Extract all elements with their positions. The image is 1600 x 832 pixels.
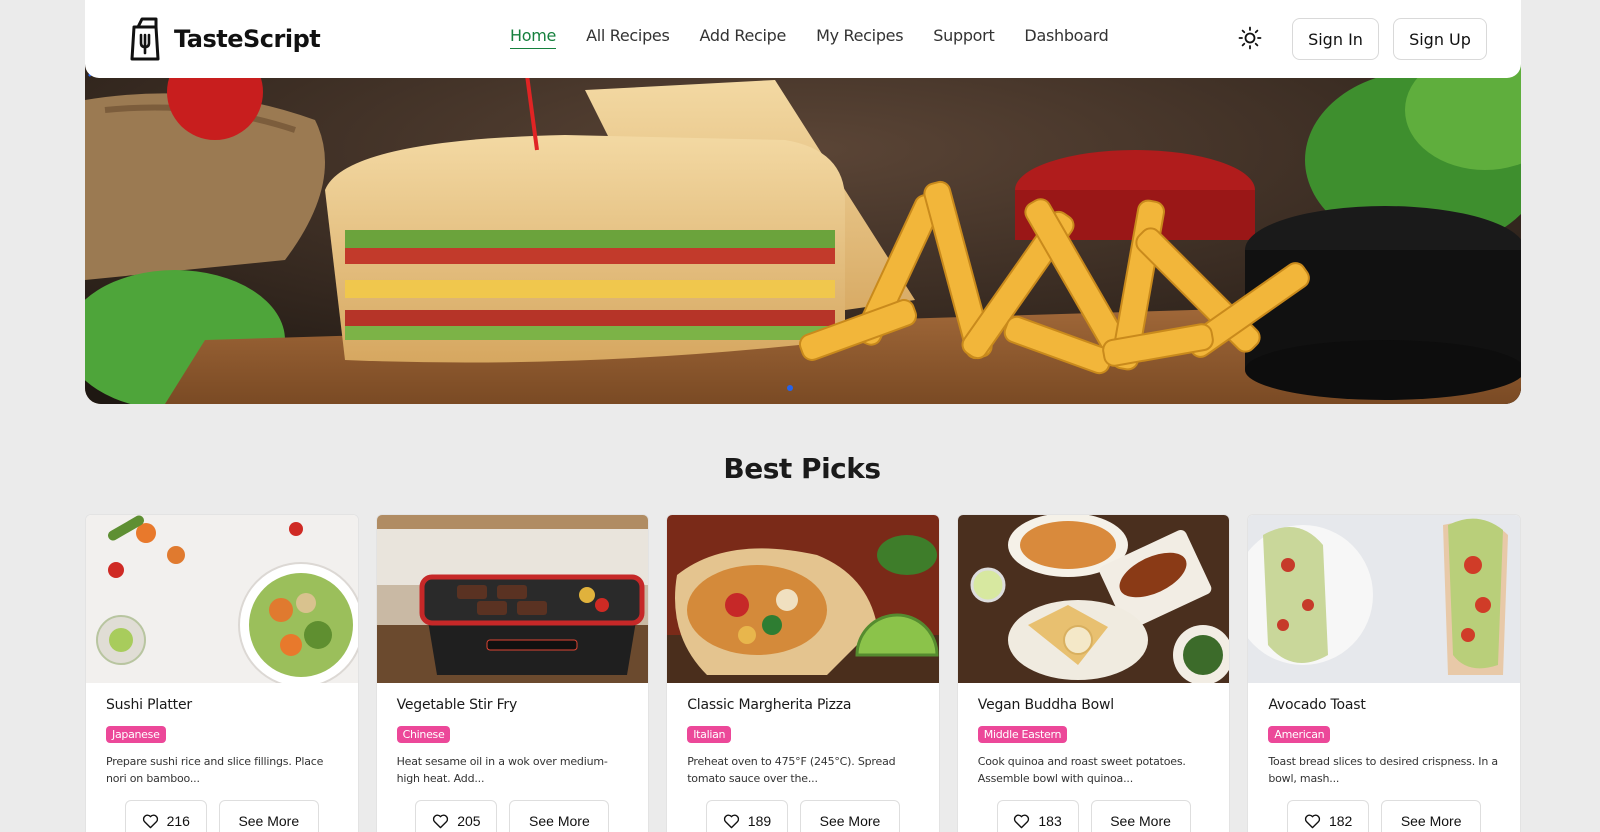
recipe-card: Classic Margherita Pizza Italian Preheat… [666,514,940,832]
nav-my-recipes[interactable]: My Recipes [816,26,903,49]
recipe-card: Avocado Toast American Toast bread slice… [1247,514,1521,832]
sign-in-button[interactable]: Sign In [1292,18,1379,60]
recipe-title[interactable]: Sushi Platter [106,697,338,713]
heart-icon [1014,814,1030,828]
see-more-button[interactable]: See More [1090,800,1191,832]
heart-icon [723,814,739,828]
like-button[interactable]: 182 [1287,800,1370,832]
cuisine-badge: Chinese [396,726,451,743]
recipe-image [957,515,1230,683]
recipe-card: Vegan Buddha Bowl Middle Eastern Cook qu… [956,514,1231,832]
cuisine-badge: American [1268,726,1331,743]
nav-add-recipe[interactable]: Add Recipe [700,26,787,49]
sun-icon[interactable] [1238,26,1262,50]
fork-bag-icon [130,17,160,61]
recipe-image [86,515,358,683]
like-count: 205 [457,813,481,829]
recipe-description: Preheat oven to 475°F (245°C). Spread to… [687,755,896,785]
like-count: 189 [747,813,772,829]
like-button[interactable]: 216 [124,800,207,832]
nav-all-recipes[interactable]: All Recipes [586,26,670,49]
like-count: 216 [166,813,190,829]
like-button[interactable]: 205 [415,800,498,832]
card-actions: 189 See More [667,800,939,832]
like-button[interactable]: 189 [705,800,788,832]
heart-icon [1304,814,1321,828]
brand-name: TasteScript [174,25,321,53]
cuisine-badge: Japanese [106,726,166,743]
carousel-dot-active[interactable] [787,385,793,391]
like-button[interactable]: 183 [996,800,1079,832]
navbar: TasteScript Home All Recipes Add Recipe … [85,0,1521,78]
card-actions: 205 See More [377,800,649,832]
recipe-card-list: Sushi Platter Japanese Prepare sushi ric… [85,514,1521,832]
recipe-card: Vegetable Stir Fry Chinese Heat sesame o… [375,514,650,832]
see-more-button[interactable]: See More [509,800,610,832]
hero-image [85,40,1521,404]
see-more-button[interactable]: See More [218,800,319,832]
heart-icon [433,814,449,828]
recipe-title[interactable]: Vegan Buddha Bowl [978,697,1210,713]
nav-links: Home All Recipes Add Recipe My Recipes S… [510,26,1139,49]
nav-home[interactable]: Home [510,26,556,49]
heart-icon [142,814,158,828]
see-more-button[interactable]: See More [799,800,900,832]
recipe-description: Heat sesame oil in a wok over medium-hig… [396,755,608,785]
card-actions: 183 See More [958,800,1230,832]
recipe-description: Toast bread slices to desired crispness.… [1268,755,1498,785]
cuisine-badge: Italian [687,726,732,743]
nav-support[interactable]: Support [933,26,994,49]
sign-up-button[interactable]: Sign Up [1393,18,1487,60]
recipe-image [1248,515,1520,683]
cuisine-badge: Middle Eastern [977,726,1068,743]
recipe-image [376,515,649,683]
card-actions: 182 See More [1248,800,1520,832]
like-count: 182 [1328,813,1353,829]
card-actions: 216 See More [86,800,358,832]
recipe-title[interactable]: Classic Margherita Pizza [687,697,919,713]
recipe-description: Cook quinoa and roast sweet potatoes. As… [977,755,1186,785]
like-count: 183 [1038,813,1062,829]
recipe-description: Prepare sushi rice and slice fillings. P… [106,755,324,785]
section-title: Best Picks [723,452,881,485]
recipe-title[interactable]: Vegetable Stir Fry [397,697,629,713]
see-more-button[interactable]: See More [1381,800,1482,832]
hero-carousel [85,40,1521,404]
brand[interactable]: TasteScript [128,17,321,61]
recipe-image [667,515,939,683]
recipe-title[interactable]: Avocado Toast [1268,697,1500,713]
recipe-card: Sushi Platter Japanese Prepare sushi ric… [85,514,359,832]
nav-dashboard[interactable]: Dashboard [1024,26,1108,49]
